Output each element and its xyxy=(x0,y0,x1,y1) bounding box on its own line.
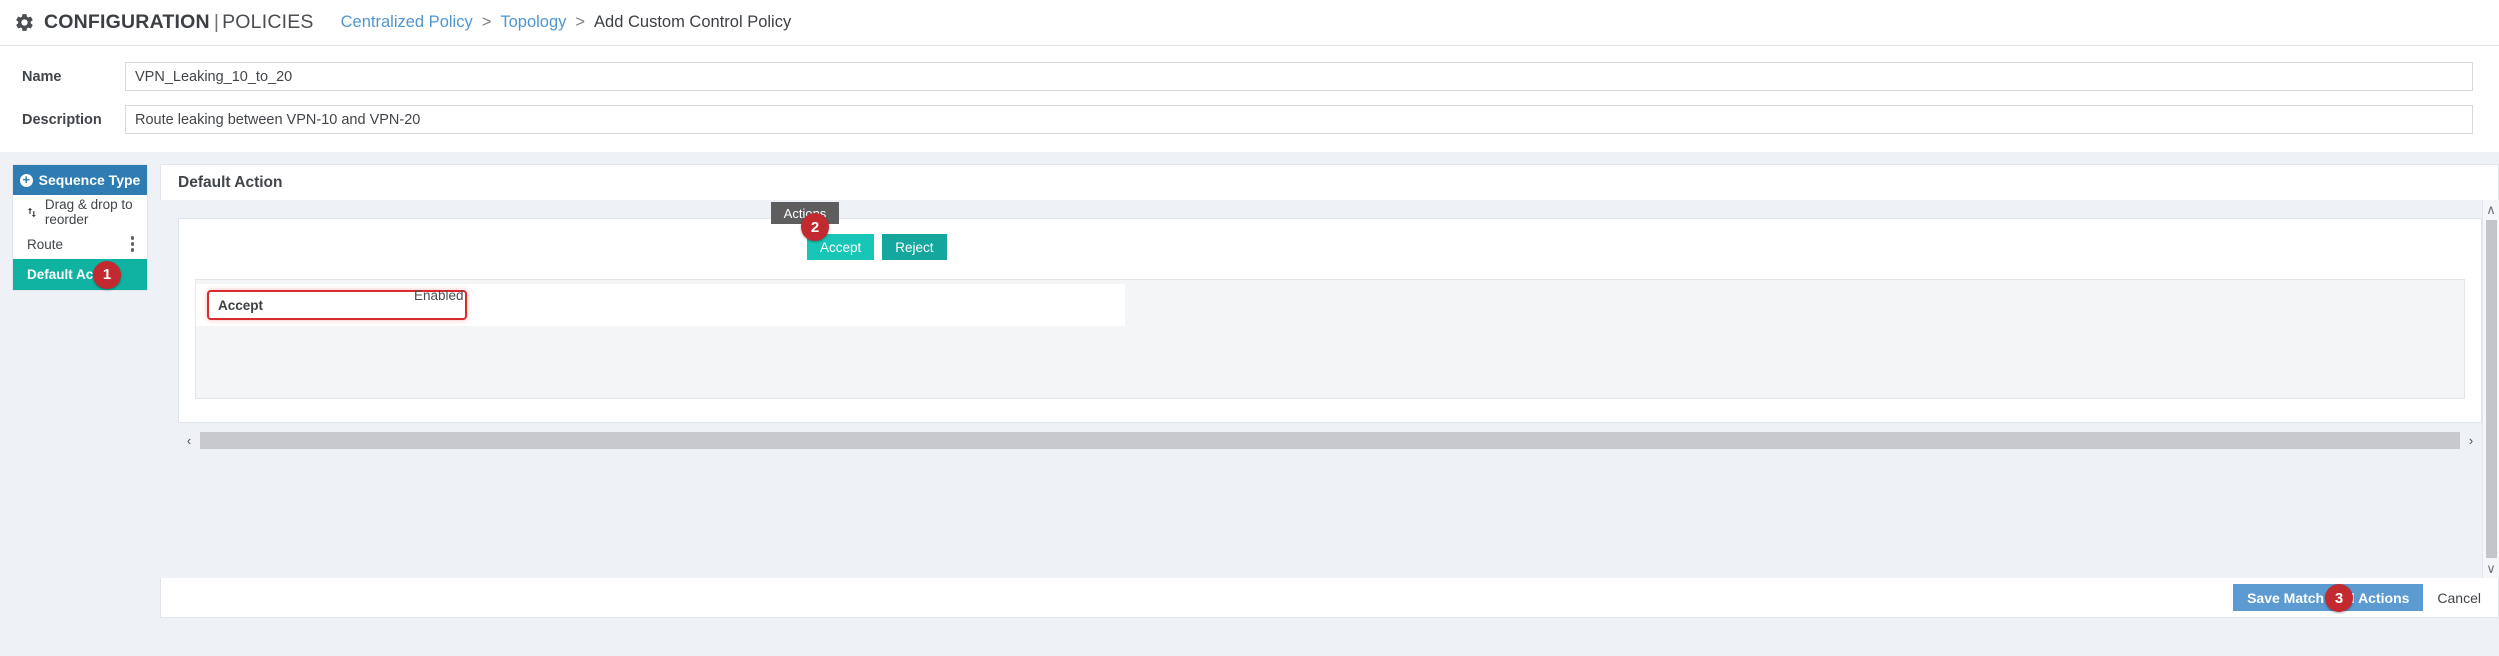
sequence-type-label: Sequence Type xyxy=(38,172,141,188)
sidebar-item-route[interactable]: Route xyxy=(13,229,147,259)
status-badge: Enabled xyxy=(414,288,464,303)
sidebar-item-default-action[interactable]: Default Action 1 xyxy=(13,259,147,290)
description-label: Description xyxy=(22,111,102,128)
scroll-left-chevron-icon[interactable]: ‹ xyxy=(178,433,200,448)
breadcrumb-item-current: Add Custom Control Policy xyxy=(594,13,792,31)
step-badge-1: 1 xyxy=(93,260,121,289)
step-badge-2: 2 xyxy=(801,213,829,241)
name-label: Name xyxy=(22,68,62,85)
description-input[interactable] xyxy=(125,105,2473,134)
panel-body: Actions 2 Accept Reject Accept Enabled ‹… xyxy=(160,200,2499,578)
step-badge-3: 3 xyxy=(2325,584,2353,612)
reject-button[interactable]: Reject xyxy=(882,234,947,260)
breadcrumb-item-topology[interactable]: Topology xyxy=(500,13,566,32)
page-title: CONFIGURATION | POLICIES xyxy=(44,11,314,34)
description-row: Description xyxy=(0,105,2499,134)
reorder-label: Drag & drop to reorder xyxy=(44,197,133,227)
action-choice-buttons: Accept Reject xyxy=(807,234,2465,260)
horizontal-scrollbar[interactable]: ‹ › xyxy=(178,430,2482,450)
scroll-down-chevron-icon[interactable]: ∨ xyxy=(2486,562,2496,575)
kebab-menu-icon[interactable] xyxy=(128,232,138,256)
app-title-main: CONFIGURATION xyxy=(44,11,210,33)
horizontal-scroll-thumb[interactable] xyxy=(200,431,2460,449)
panel-footer: 3 Save Match And Actions Cancel xyxy=(160,578,2499,618)
panel-title: Default Action xyxy=(160,164,2499,200)
default-action-panel: Default Action Actions 2 Accept Reject A… xyxy=(160,164,2499,618)
main-body: + Sequence Type Drag & drop to reorder R… xyxy=(0,152,2499,618)
app-title-sub: POLICIES xyxy=(222,11,314,33)
vertical-scrollbar[interactable]: ∧ ∨ xyxy=(2482,200,2499,578)
breadcrumb: Centralized Policy > Topology > Add Cust… xyxy=(341,13,792,32)
title-separator: | xyxy=(213,11,220,33)
action-details-panel: Accept Enabled xyxy=(195,279,2465,399)
accept-action-label: Accept xyxy=(218,297,264,313)
sequence-sidebar: + Sequence Type Drag & drop to reorder R… xyxy=(12,164,148,291)
scroll-up-chevron-icon[interactable]: ∧ xyxy=(2486,203,2496,216)
breadcrumb-separator: > xyxy=(575,13,586,31)
name-row: Name xyxy=(0,62,2499,91)
panel-scroll-area: Actions 2 Accept Reject Accept Enabled ‹… xyxy=(160,200,2482,578)
gear-icon xyxy=(16,14,33,31)
name-input[interactable] xyxy=(125,62,2473,91)
reorder-hint: Drag & drop to reorder xyxy=(13,195,147,229)
breadcrumb-item-centralized-policy[interactable]: Centralized Policy xyxy=(341,13,473,32)
scroll-right-chevron-icon[interactable]: › xyxy=(2460,433,2482,448)
table-row: Accept Enabled xyxy=(196,284,1125,326)
sequence-type-button[interactable]: + Sequence Type xyxy=(13,165,147,195)
breadcrumb-separator: > xyxy=(481,13,492,31)
app-header: CONFIGURATION | POLICIES Centralized Polic… xyxy=(0,0,2499,46)
actions-card: Accept Reject Accept Enabled xyxy=(178,218,2482,423)
accept-status-highlight[interactable]: Accept Enabled xyxy=(207,288,467,320)
plus-circle-icon: + xyxy=(19,173,33,187)
vertical-scroll-thumb[interactable] xyxy=(2485,220,2497,558)
sidebar-item-label: Route xyxy=(27,236,64,252)
policy-form: Name Description xyxy=(0,46,2499,152)
cancel-button[interactable]: Cancel xyxy=(2437,590,2481,606)
sort-arrows-icon xyxy=(27,207,36,217)
